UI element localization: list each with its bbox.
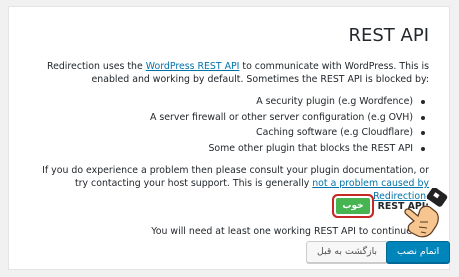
- causes-list: A security plugin (e.g Wordfence) A serv…: [150, 94, 425, 156]
- cause-text: Caching software (e.g Cloudflare): [256, 127, 413, 138]
- hand-pointer-icon: [404, 188, 448, 238]
- list-item: Caching software (e.g Cloudflare): [150, 125, 425, 141]
- intro-before: Redirection uses the: [46, 61, 146, 72]
- cause-text: A security plugin (e.g Wordfence): [256, 96, 413, 107]
- install-panel: REST API Redirection uses the WordPress …: [8, 6, 450, 270]
- requirement-text: You will need at least one working REST …: [151, 226, 415, 237]
- page-title: REST API: [348, 25, 430, 46]
- intro-paragraph: Redirection uses the WordPress REST API …: [31, 60, 429, 86]
- cause-text: A server firewall or other server config…: [150, 111, 413, 123]
- bullet-icon: [421, 115, 425, 120]
- back-button[interactable]: بازگشت به قبل: [306, 241, 389, 263]
- list-item: A security plugin (e.g Wordfence): [150, 94, 425, 110]
- status-badge: خوب: [336, 198, 370, 214]
- cause-text: Some other plugin that blocks the REST A…: [208, 142, 413, 154]
- wordpress-rest-api-link[interactable]: WordPress REST API: [146, 61, 240, 72]
- bullet-icon: [421, 146, 425, 151]
- list-item: Some other plugin that blocks the REST A…: [150, 141, 425, 157]
- bullet-icon: [421, 100, 425, 104]
- bullet-icon: [421, 131, 425, 135]
- list-item: A server firewall or other server config…: [150, 110, 425, 126]
